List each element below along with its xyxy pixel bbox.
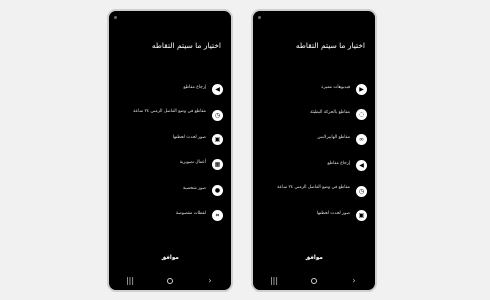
option-timelapse[interactable]: ◷ مقاطع في وضع الفاصل الزمني ٢٤ ساعة (117, 107, 223, 121)
option-label: مقاطع بالحركة البطيئة (310, 110, 350, 115)
option-rewind-clips[interactable]: ◀ إرجاع مقاطع (117, 83, 223, 97)
option-label: صور لحدث لحظتها (172, 135, 206, 140)
navigation-bar: ||| › (123, 276, 217, 286)
rewind-icon: ◀ (356, 160, 367, 171)
image-icon: ▣ (356, 210, 367, 221)
page-title: اختيار ما سيتم التقاطه (295, 41, 365, 50)
rewind-icon: ◀ (212, 84, 223, 95)
option-rewind-clips[interactable]: ◀ إرجاع مقاطع (261, 159, 367, 173)
back-icon[interactable]: › (347, 276, 361, 286)
option-label: أعمال تصويرية (179, 160, 206, 165)
page-title: اختيار ما سيتم التقاطه (151, 41, 221, 50)
phone-screen-left: اختيار ما سيتم التقاطه ◀ إرجاع مقاطع ◷ م… (107, 9, 233, 292)
option-artworks[interactable]: ▦ أعمال تصويرية (117, 158, 223, 172)
camera-icon (114, 16, 117, 19)
option-label: مقاطع الهايبرلابس (317, 135, 350, 140)
phone-screen-right: اختيار ما سيتم التقاطه ▶ فيديوهات مميزة … (251, 9, 377, 292)
option-timelapse[interactable]: ◷ مقاطع في وضع الفاصل الزمني ٢٤ ساعة (261, 183, 367, 197)
option-label: صور شخصية (182, 186, 206, 191)
option-label: مقاطع في وضع الفاصل الزمني ٢٤ ساعة (277, 185, 350, 190)
option-label: إرجاع مقاطع (183, 85, 206, 90)
hyperlapse-icon: ∞ (356, 134, 367, 145)
home-icon[interactable] (167, 278, 173, 284)
option-label: لقطات مقصوصة (175, 211, 206, 216)
timer-icon: ◷ (212, 110, 223, 121)
option-label: إرجاع مقاطع (327, 161, 350, 166)
option-label: فيديوهات مميزة (321, 85, 350, 90)
timer-icon: ◷ (356, 186, 367, 197)
option-highlight-videos[interactable]: ▶ فيديوهات مميزة (261, 83, 367, 97)
camera-icon (258, 16, 261, 19)
option-portraits[interactable]: ● صور شخصية (117, 184, 223, 198)
image-icon: ▣ (212, 134, 223, 145)
recents-icon[interactable]: ||| (123, 276, 137, 286)
back-icon[interactable]: › (203, 276, 217, 286)
option-label: مقاطع في وضع الفاصل الزمني ٢٤ ساعة (133, 109, 206, 114)
ok-button[interactable]: موافق (253, 255, 375, 261)
option-cropped-shots[interactable]: ⌗ لقطات مقصوصة (117, 209, 223, 223)
slow-motion-icon: ◌ (356, 109, 367, 120)
person-icon: ● (212, 185, 223, 196)
option-hyperlapse[interactable]: ∞ مقاطع الهايبرلابس (261, 133, 367, 147)
option-event-photos[interactable]: ▣ صور لحدث لحظتها (117, 133, 223, 147)
play-icon: ▶ (356, 84, 367, 95)
crop-icon: ⌗ (212, 210, 223, 221)
gallery-icon: ▦ (212, 159, 223, 170)
recents-icon[interactable]: ||| (267, 276, 281, 286)
ok-button[interactable]: موافق (109, 255, 231, 261)
navigation-bar: ||| › (267, 276, 361, 286)
option-slow-motion[interactable]: ◌ مقاطع بالحركة البطيئة (261, 108, 367, 122)
option-label: صور لحدث لحظتها (316, 211, 350, 216)
home-icon[interactable] (311, 278, 317, 284)
option-event-photos[interactable]: ▣ صور لحدث لحظتها (261, 209, 367, 223)
